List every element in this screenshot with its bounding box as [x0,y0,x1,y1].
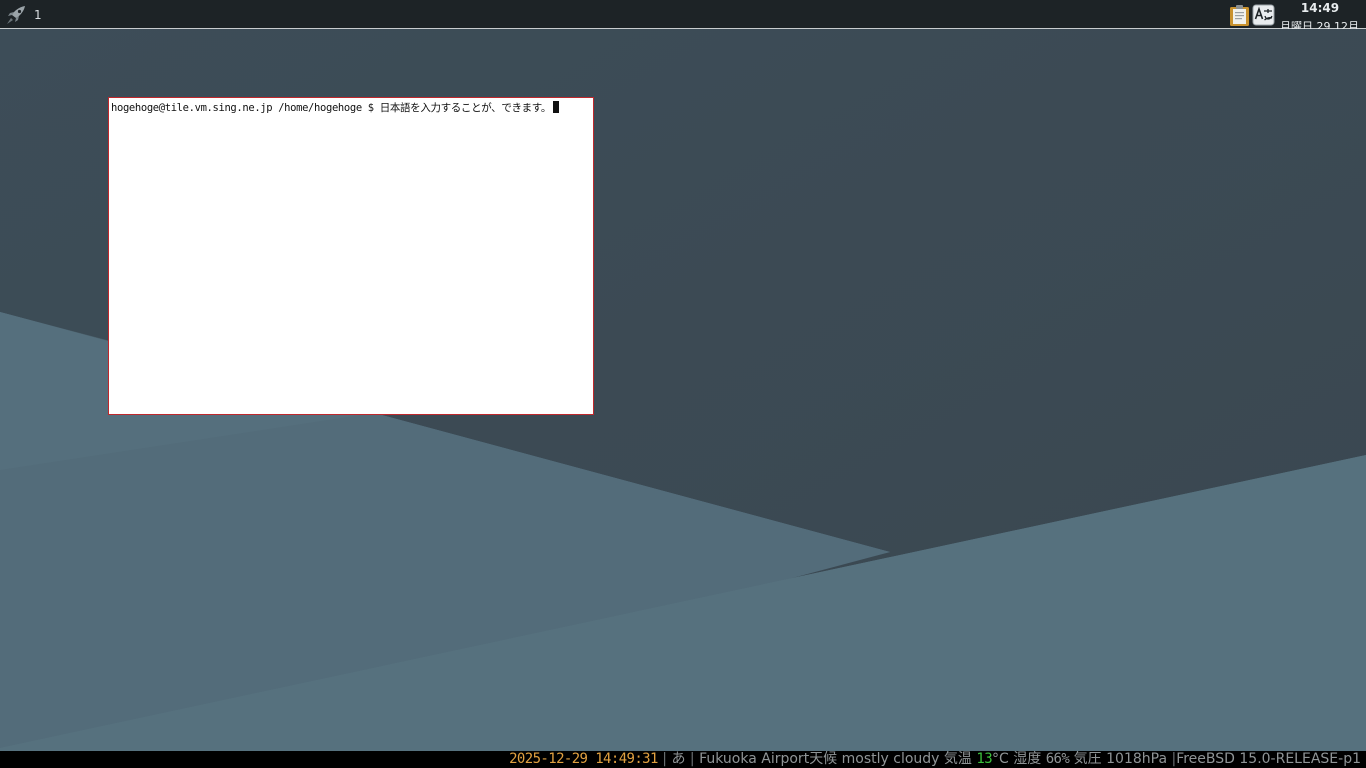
terminal-input-text: 日本語を入力することが、できます。 [379,102,552,114]
clipboard-icon [1230,5,1249,26]
status-datetime: 2025-12-29 14:49:31 [509,751,658,767]
status-pressure-value: 1018hPa [1106,751,1168,767]
app-launcher-button[interactable] [5,5,27,25]
status-weather: mostly cloudy [841,751,940,767]
text-cursor [553,101,560,113]
status-separator: | [689,751,695,767]
status-os: FreeBSD 15.0-RELEASE-p1 [1176,751,1361,767]
status-bar: 2025-12-29 14:49:31 | あ | Fukuoka Airpor… [0,751,1366,768]
status-separator: | [662,751,668,767]
clock-date[interactable]: 月曜日 29 12月 [1280,18,1366,29]
terminal-prompt: hogehoge@tile.vm.sing.ne.jp /home/hogeho… [111,102,380,114]
status-humidity-value: 66% [1045,751,1070,767]
clipboard-tray-button[interactable] [1229,4,1250,27]
status-temp-unit: °C [992,751,1009,767]
desktop: 1 14:49 月曜日 29 12月 hogehoge@tile.vm.sing… [0,0,1366,768]
clock-time[interactable]: 14:49 [1280,1,1360,15]
rocket-icon [7,6,25,24]
status-temp-value: 13 [976,751,993,767]
top-panel: 1 14:49 月曜日 29 12月 [0,0,1366,29]
status-ime-mode: あ [671,751,686,767]
terminal-window[interactable]: hogehoge@tile.vm.sing.ne.jp /home/hogeho… [108,97,594,415]
status-pressure-label: 気圧 [1073,751,1102,767]
status-location: Fukuoka Airport [699,751,810,767]
input-method-tray-button[interactable] [1252,4,1275,26]
status-humidity-label: 湿度 [1013,751,1042,767]
workspace-indicator[interactable]: 1 [34,8,42,22]
status-temp-label: 気温 [943,751,972,767]
status-weather-label: 天候 [809,751,838,767]
input-method-icon [1252,4,1275,26]
status-text: 2025-12-29 14:49:31 | あ | Fukuoka Airpor… [509,751,1361,768]
terminal-line: hogehoge@tile.vm.sing.ne.jp /home/hogeho… [111,100,560,115]
